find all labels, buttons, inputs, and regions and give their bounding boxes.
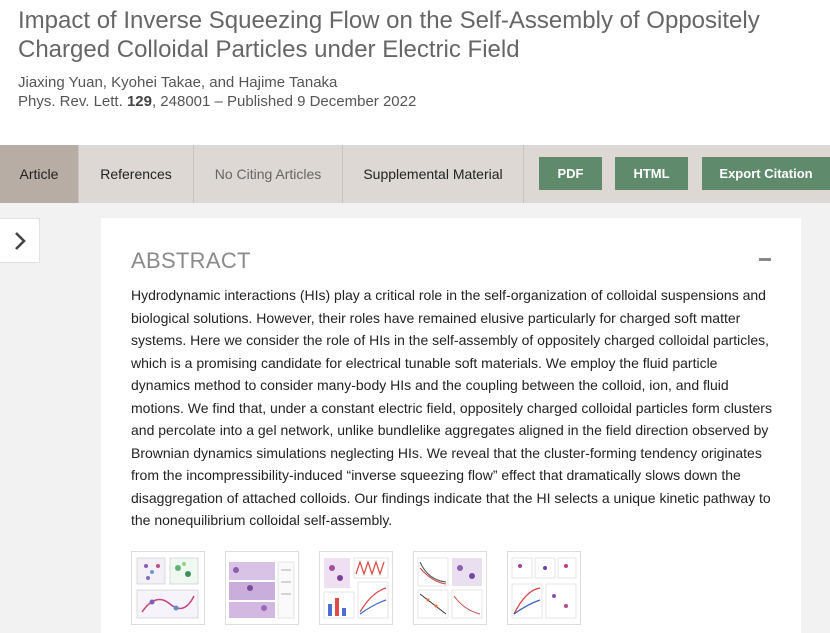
- html-button[interactable]: HTML: [615, 157, 688, 190]
- publication-info: , 248001 – Published 9 December 2022: [151, 93, 417, 110]
- figure-3-thumbnail[interactable]: [319, 551, 393, 625]
- figure-3-image: [323, 557, 389, 619]
- sidebar-toggle-button[interactable]: [0, 218, 40, 263]
- article-citation: Phys. Rev. Lett. 129, 248001 – Published…: [18, 93, 416, 110]
- figure-4-thumbnail[interactable]: [413, 551, 487, 625]
- tab-citing-articles[interactable]: No Citing Articles: [194, 145, 343, 203]
- figure-5-thumbnail[interactable]: [507, 551, 581, 625]
- tab-supplemental-material[interactable]: Supplemental Material: [343, 145, 524, 203]
- article-tab-bar: Article References No Citing Articles Su…: [0, 145, 830, 203]
- figure-2-image: [229, 561, 295, 619]
- pdf-button[interactable]: PDF: [539, 157, 602, 190]
- abstract-text: Hydrodynamic interactions (HIs) play a c…: [131, 287, 772, 528]
- minus-icon[interactable]: [759, 258, 771, 261]
- article-authors[interactable]: Jiaxing Yuan, Kyohei Takae, and Hajime T…: [18, 74, 337, 91]
- figure-4-image: [417, 557, 483, 619]
- figure-1-image: [136, 557, 199, 619]
- abstract-card: ABSTRACT Hydrodynamic interactions (HIs)…: [101, 218, 801, 633]
- export-citation-button[interactable]: Export Citation: [702, 157, 830, 190]
- article-title: Impact of Inverse Squeezing Flow on the …: [18, 7, 760, 63]
- figure-2-thumbnail[interactable]: [225, 551, 299, 625]
- figure-5-image: [511, 557, 577, 619]
- tab-references[interactable]: References: [79, 145, 194, 203]
- figure-1-thumbnail[interactable]: [131, 551, 205, 625]
- chevron-right-icon: [14, 231, 26, 250]
- journal-volume: 129: [126, 93, 152, 110]
- article-header: Impact of Inverse Squeezing Flow on the …: [0, 0, 830, 145]
- journal-name: Phys. Rev. Lett.: [18, 93, 123, 110]
- tab-article[interactable]: Article: [0, 145, 79, 203]
- abstract-heading: ABSTRACT: [131, 248, 251, 273]
